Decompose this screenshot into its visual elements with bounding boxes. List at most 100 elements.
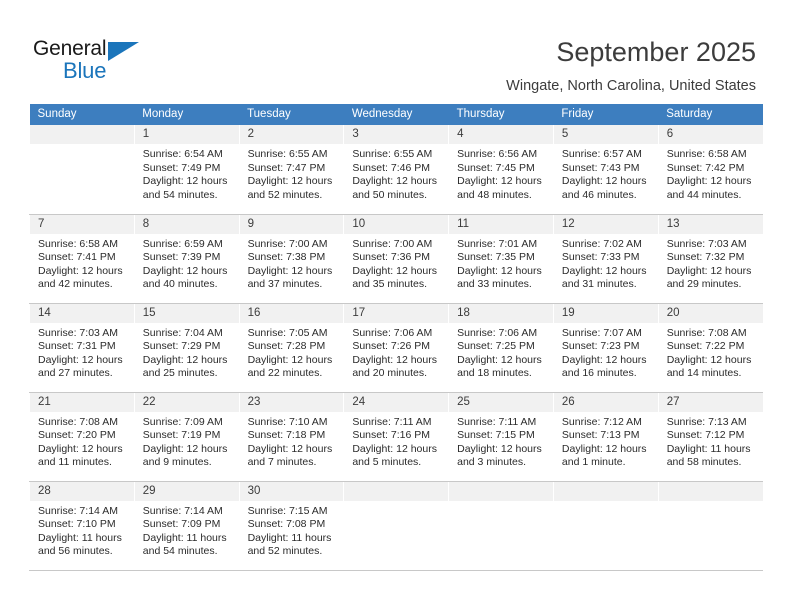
calendar-cell-empty [343, 481, 449, 571]
daylight-text-line1: Daylight: 12 hours [142, 175, 228, 188]
day-number: 4 [449, 125, 553, 144]
sunrise-text: Sunrise: 7:15 AM [247, 504, 328, 517]
calendar-week-row: 21 Sunrise: 7:08 AM Sunset: 7:20 PM Dayligh… [29, 392, 763, 482]
sunrise-text: Sunrise: 7:14 AM [38, 504, 118, 517]
day-number: 15 [134, 303, 239, 323]
calendar-cell-empty [657, 481, 763, 571]
sun-info: Sunrise: 7:05 AM Sunset: 7:28 PM Daylight:… [240, 323, 344, 381]
sun-info: Sunrise: 7:11 AM Sunset: 7:15 PM Daylight:… [449, 412, 553, 470]
sun-info: Sunrise: 7:08 AM Sunset: 7:20 PM Daylight:… [30, 412, 134, 470]
calendar-day-cell[interactable]: 11 Sunrise: 7:01 AM Sunset: 7:35 PM Dayligh… [448, 214, 554, 304]
calendar-week-row: 28 Sunrise: 7:14 AM Sunset: 7:10 PM Dayligh… [29, 481, 763, 571]
daylight-text-line1: Daylight: 12 hours [142, 353, 228, 366]
sunset-text: Sunset: 7:45 PM [457, 161, 535, 174]
sun-info: Sunrise: 6:56 AM Sunset: 7:45 PM Daylight:… [449, 144, 553, 202]
calendar-body: 1 Sunrise: 6:54 AM Sunset: 7:49 PM Daylight… [29, 125, 763, 571]
daylight-text-line1: Daylight: 12 hours [457, 442, 542, 455]
calendar-day-cell[interactable]: 25 Sunrise: 7:11 AM Sunset: 7:15 PM Dayligh… [448, 392, 554, 482]
calendar-day-cell[interactable]: 18 Sunrise: 7:06 AM Sunset: 7:25 PM Dayligh… [448, 303, 554, 393]
daylight-text-line1: Daylight: 11 hours [247, 531, 332, 544]
calendar-week-row: 1 Sunrise: 6:54 AM Sunset: 7:49 PM Daylight… [29, 125, 763, 215]
day-number: 18 [449, 303, 553, 323]
sunrise-text: Sunrise: 7:00 AM [352, 237, 433, 250]
calendar-day-cell[interactable]: 16 Sunrise: 7:05 AM Sunset: 7:28 PM Dayligh… [238, 303, 344, 393]
day-number: 21 [30, 392, 134, 412]
calendar-day-cell[interactable]: 12 Sunrise: 7:02 AM Sunset: 7:33 PM Dayligh… [552, 214, 659, 304]
day-number: 27 [658, 392, 763, 412]
sunset-text: Sunset: 7:22 PM [666, 340, 745, 353]
sunrise-text: Sunrise: 7:05 AM [247, 326, 328, 339]
day-number [344, 481, 449, 501]
sunrise-text: Sunrise: 7:01 AM [457, 237, 538, 250]
sunset-text: Sunset: 7:31 PM [38, 340, 116, 353]
calendar-day-cell[interactable]: 21 Sunrise: 7:08 AM Sunset: 7:20 PM Dayligh… [29, 392, 135, 482]
calendar-day-cell[interactable]: 19 Sunrise: 7:07 AM Sunset: 7:23 PM Dayligh… [552, 303, 659, 393]
calendar-day-cell[interactable]: 20 Sunrise: 7:08 AM Sunset: 7:22 PM Dayligh… [657, 303, 763, 393]
sunrise-text: Sunrise: 7:06 AM [457, 326, 538, 339]
sun-info: Sunrise: 7:15 AM Sunset: 7:08 PM Daylight:… [240, 501, 344, 559]
sunrise-text: Sunrise: 7:06 AM [352, 326, 433, 339]
day-number [30, 125, 134, 144]
daylight-text-line2: and 11 minutes. [38, 456, 112, 469]
calendar-day-cell[interactable]: 8 Sunrise: 6:59 AM Sunset: 7:39 PM Daylight… [133, 214, 240, 304]
calendar-day-cell[interactable]: 5 Sunrise: 6:57 AM Sunset: 7:43 PM Daylight… [552, 125, 659, 215]
sun-info: Sunrise: 7:00 AM Sunset: 7:36 PM Daylight:… [344, 234, 448, 292]
daylight-text-line1: Daylight: 12 hours [38, 353, 123, 366]
day-number: 29 [134, 481, 239, 501]
day-number: 14 [30, 303, 134, 323]
calendar-day-cell[interactable]: 26 Sunrise: 7:12 AM Sunset: 7:13 PM Dayligh… [552, 392, 659, 482]
calendar-day-cell[interactable]: 9 Sunrise: 7:00 AM Sunset: 7:38 PM Daylight… [238, 214, 344, 304]
calendar-day-cell[interactable]: 23 Sunrise: 7:10 AM Sunset: 7:18 PM Dayligh… [238, 392, 344, 482]
sun-info: Sunrise: 7:11 AM Sunset: 7:16 PM Daylight:… [344, 412, 448, 470]
daylight-text-line2: and 22 minutes. [247, 367, 323, 380]
daylight-text-line1: Daylight: 12 hours [247, 442, 333, 455]
sun-info: Sunrise: 7:10 AM Sunset: 7:18 PM Daylight:… [240, 412, 344, 470]
calendar-day-cell[interactable]: 6 Sunrise: 6:58 AM Sunset: 7:42 PM Daylight… [657, 125, 763, 215]
sun-info: Sunrise: 7:07 AM Sunset: 7:23 PM Daylight:… [554, 323, 658, 381]
daylight-text-line2: and 54 minutes. [142, 188, 218, 201]
daylight-text-line1: Daylight: 12 hours [247, 175, 333, 188]
sun-info: Sunrise: 7:14 AM Sunset: 7:09 PM Daylight:… [135, 501, 239, 559]
calendar-day-cell[interactable]: 1 Sunrise: 6:54 AM Sunset: 7:49 PM Daylight… [133, 125, 240, 215]
calendar-cell-empty [29, 125, 135, 215]
sunrise-text: Sunrise: 6:55 AM [247, 148, 328, 160]
day-number: 1 [134, 125, 239, 144]
daylight-text-line2: and 40 minutes. [142, 278, 218, 291]
calendar-day-cell[interactable]: 10 Sunrise: 7:00 AM Sunset: 7:36 PM Dayligh… [343, 214, 449, 304]
sun-info: Sunrise: 7:00 AM Sunset: 7:38 PM Daylight:… [240, 234, 344, 292]
calendar-day-cell[interactable]: 30 Sunrise: 7:15 AM Sunset: 7:08 PM Dayligh… [238, 481, 344, 571]
calendar-day-cell[interactable]: 7 Sunrise: 6:58 AM Sunset: 7:41 PM Daylight… [29, 214, 135, 304]
calendar-day-cell[interactable]: 24 Sunrise: 7:11 AM Sunset: 7:16 PM Dayligh… [343, 392, 449, 482]
calendar-page: General Blue September 2025 Wingate, Nor… [0, 0, 792, 612]
daylight-text-line1: Daylight: 11 hours [666, 442, 751, 455]
daylight-text-line1: Daylight: 11 hours [142, 531, 227, 544]
calendar-day-cell[interactable]: 13 Sunrise: 7:03 AM Sunset: 7:32 PM Dayligh… [657, 214, 763, 304]
daylight-text-line1: Daylight: 12 hours [457, 175, 542, 188]
daylight-text-line2: and 31 minutes. [561, 278, 637, 291]
calendar-day-cell[interactable]: 4 Sunrise: 6:56 AM Sunset: 7:45 PM Daylight… [448, 125, 554, 215]
daylight-text-line1: Daylight: 12 hours [247, 353, 333, 366]
daylight-text-line2: and 33 minutes. [457, 278, 532, 291]
calendar-day-cell[interactable]: 2 Sunrise: 6:55 AM Sunset: 7:47 PM Daylight… [238, 125, 344, 215]
sunrise-text: Sunrise: 6:57 AM [561, 148, 642, 160]
general-blue-logo[interactable]: General Blue [33, 38, 153, 90]
sunrise-text: Sunrise: 7:10 AM [247, 415, 328, 428]
daylight-text-line1: Daylight: 12 hours [457, 264, 542, 277]
calendar-day-cell[interactable]: 3 Sunrise: 6:55 AM Sunset: 7:46 PM Daylight… [343, 125, 449, 215]
day-number: 24 [344, 392, 449, 412]
sunrise-text: Sunrise: 7:04 AM [142, 326, 223, 339]
calendar-day-cell[interactable]: 27 Sunrise: 7:13 AM Sunset: 7:12 PM Dayligh… [657, 392, 763, 482]
sunset-text: Sunset: 7:46 PM [352, 161, 430, 174]
sun-info: Sunrise: 7:01 AM Sunset: 7:35 PM Daylight:… [449, 234, 553, 292]
day-number: 25 [449, 392, 553, 412]
calendar-day-cell[interactable]: 29 Sunrise: 7:14 AM Sunset: 7:09 PM Dayligh… [133, 481, 240, 571]
calendar-day-cell[interactable]: 17 Sunrise: 7:06 AM Sunset: 7:26 PM Dayligh… [343, 303, 449, 393]
calendar-day-cell[interactable]: 22 Sunrise: 7:09 AM Sunset: 7:19 PM Dayligh… [133, 392, 240, 482]
calendar-cell-empty [448, 481, 554, 571]
calendar-day-cell[interactable]: 28 Sunrise: 7:14 AM Sunset: 7:10 PM Dayligh… [29, 481, 135, 571]
daylight-text-line1: Daylight: 12 hours [666, 353, 752, 366]
calendar-day-cell[interactable]: 15 Sunrise: 7:04 AM Sunset: 7:29 PM Dayligh… [133, 303, 240, 393]
calendar-day-cell[interactable]: 14 Sunrise: 7:03 AM Sunset: 7:31 PM Dayligh… [29, 303, 135, 393]
sunset-text: Sunset: 7:39 PM [142, 251, 221, 264]
day-number: 23 [239, 392, 344, 412]
